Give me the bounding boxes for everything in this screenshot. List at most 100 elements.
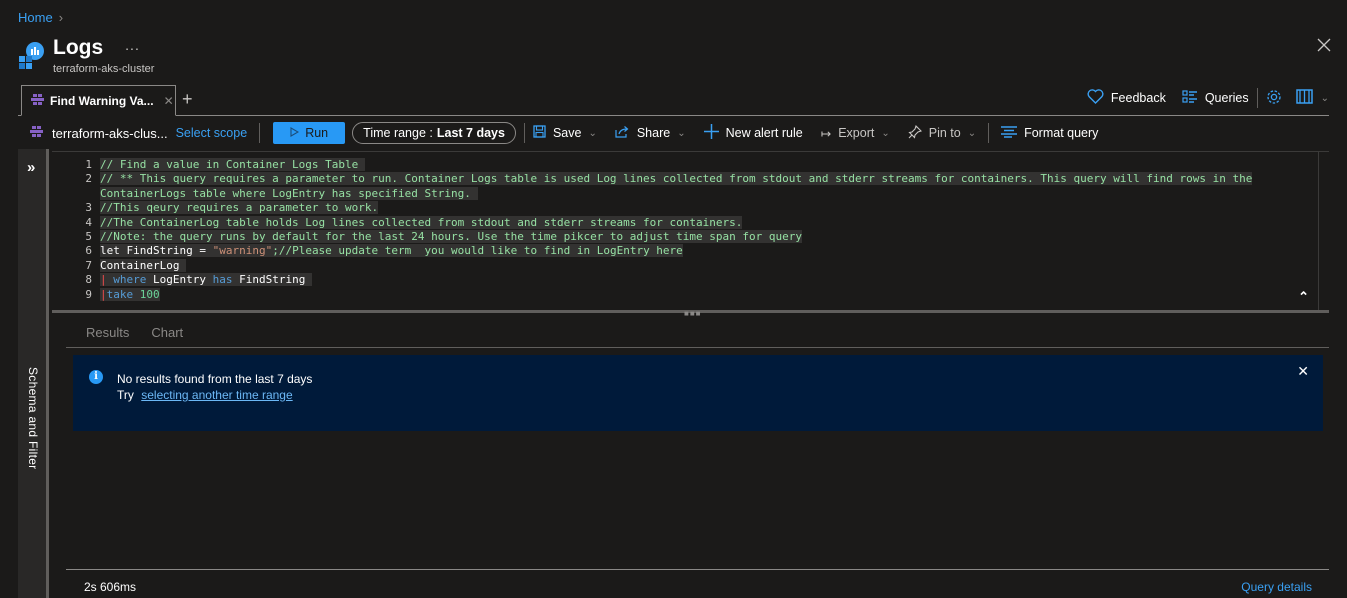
save-button[interactable]: Save ⌄ — [533, 125, 597, 141]
right-toolbar: Feedback Queries ⌄ — [1087, 87, 1329, 109]
code-token: ContainerLog — [100, 258, 187, 272]
select-time-range-link[interactable]: selecting another time range — [141, 388, 292, 402]
page-subtitle: terraform-aks-cluster — [53, 63, 155, 75]
code-line[interactable]: // Find a value in Container Logs Table — [100, 158, 1309, 172]
save-label: Save — [552, 126, 582, 140]
info-icon: i — [89, 370, 103, 384]
plus-icon — [703, 124, 719, 142]
queries-list-icon — [1182, 89, 1198, 107]
save-icon — [533, 125, 546, 141]
close-banner-icon[interactable]: ✕ — [1297, 363, 1309, 380]
query-tab-bar: Find Warning Va... ✕ + Feedback Queries — [18, 85, 1329, 116]
query-code[interactable]: // Find a value in Container Logs Table … — [100, 158, 1309, 302]
pin-icon — [908, 124, 922, 142]
pin-to-label: Pin to — [928, 126, 961, 140]
query-tab[interactable]: Find Warning Va... ✕ — [21, 85, 176, 116]
drag-handle-icon[interactable]: ■■■ — [684, 309, 702, 318]
code-line[interactable]: // ** This query requires a parameter to… — [100, 172, 1309, 186]
workspace-icon — [30, 125, 43, 141]
code-line[interactable]: //Note: the query runs by default for th… — [100, 229, 1309, 244]
tab-chart[interactable]: Chart — [151, 325, 183, 340]
code-token: ContainerLogs table where LogEntry has s… — [100, 186, 478, 200]
heart-icon — [1087, 89, 1104, 107]
feedback-label: Feedback — [1110, 91, 1166, 105]
chevron-right-icon: › — [58, 10, 64, 25]
code-token: | — [100, 273, 107, 287]
code-token: "warning" — [212, 244, 273, 258]
code-line[interactable]: let FindString = "warning";//Please upda… — [100, 244, 1309, 258]
new-alert-rule-button[interactable]: New alert rule — [703, 124, 803, 142]
query-tab-label: Find Warning Va... — [50, 93, 154, 108]
command-bar: terraform-aks-clus... Select scope Run T… — [18, 118, 1329, 148]
collapse-editor-icon[interactable]: ⌃ — [1298, 289, 1309, 305]
line-number: 6 — [85, 244, 92, 258]
format-query-button[interactable]: Format query — [1001, 125, 1099, 141]
code-line[interactable]: ContainerLog — [100, 258, 1309, 273]
editor-scrollbar[interactable] — [1318, 152, 1319, 310]
code-line[interactable]: | where LogEntry has FindString — [100, 273, 1309, 287]
code-line[interactable]: |take 100 — [100, 287, 1309, 302]
scope-selector[interactable]: terraform-aks-clus... — [30, 125, 168, 141]
pin-to-button[interactable]: Pin to ⌄ — [908, 124, 977, 142]
code-token: //This qeury requires a parameter to wor… — [100, 201, 379, 215]
tab-results[interactable]: Results — [86, 325, 129, 340]
close-icon[interactable] — [1317, 38, 1333, 54]
chevron-down-icon: ⌄ — [881, 127, 890, 139]
query-editor[interactable]: 12 3456789 // Find a value in Container L… — [52, 151, 1329, 310]
share-label: Share — [636, 126, 671, 140]
line-number: 9 — [85, 287, 92, 301]
code-token: LogEntry — [152, 273, 213, 287]
line-number: 4 — [85, 215, 92, 229]
breadcrumb: Home › — [18, 10, 63, 25]
run-label: Run — [305, 126, 329, 140]
divider — [66, 347, 1329, 348]
export-button[interactable]: ↦ Export ⌄ — [821, 126, 890, 141]
chevron-down-icon[interactable]: ⌄ — [1321, 93, 1329, 104]
time-range-value: Last 7 days — [436, 126, 505, 140]
log-analytics-logo-icon — [18, 40, 44, 72]
book-icon[interactable] — [1295, 89, 1313, 107]
editor-results-splitter[interactable]: ■■■ — [52, 309, 1329, 318]
code-token: ;//Please update term you would like to … — [272, 244, 683, 258]
code-token: //Note: the query runs by default for th… — [100, 229, 802, 243]
breadcrumb-home[interactable]: Home — [18, 10, 53, 25]
try-label: Try — [117, 388, 134, 402]
chevron-down-icon: ⌄ — [967, 127, 977, 139]
code-token: // ** This query requires a parameter to… — [100, 172, 1253, 186]
code-token: take — [106, 287, 140, 301]
code-line[interactable]: //The ContainerLog table holds Log lines… — [100, 215, 1309, 230]
share-button[interactable]: Share ⌄ — [615, 125, 686, 141]
queries-label: Queries — [1204, 91, 1249, 105]
queries-button[interactable]: Queries — [1182, 89, 1249, 107]
code-token: // Find a value in Container Logs Table — [100, 158, 365, 171]
line-number: 1 — [85, 158, 92, 171]
feedback-button[interactable]: Feedback — [1087, 89, 1166, 107]
more-options-button[interactable]: ... — [125, 37, 140, 53]
line-number-gutter: 12 3456789 — [52, 158, 92, 302]
time-range-picker[interactable]: Time range : Last 7 days — [352, 122, 516, 144]
page-header: Logs ... terraform-aks-cluster — [18, 36, 154, 75]
close-tab-icon[interactable]: ✕ — [164, 94, 174, 108]
code-token: where — [106, 273, 153, 287]
results-tabs: Results Chart — [86, 325, 183, 340]
line-number — [52, 187, 92, 201]
play-icon — [290, 126, 300, 140]
toolbar-divider — [1256, 88, 1258, 108]
query-details-link[interactable]: Query details — [1241, 580, 1312, 594]
schema-filter-panel[interactable]: » Schema and Filter — [18, 149, 49, 598]
code-line[interactable]: ContainerLogs table where LogEntry has s… — [100, 186, 1309, 201]
no-results-banner: i No results found from the last 7 days … — [73, 355, 1323, 431]
run-button[interactable]: Run — [273, 122, 346, 144]
gear-icon[interactable] — [1266, 89, 1282, 108]
new-alert-rule-label: New alert rule — [725, 126, 803, 140]
format-query-label: Format query — [1024, 126, 1099, 140]
select-scope-link[interactable]: Select scope — [176, 126, 248, 140]
export-label: Export — [838, 126, 875, 140]
add-tab-button[interactable]: + — [182, 89, 193, 110]
schema-filter-label: Schema and Filter — [26, 367, 40, 470]
code-token: FindString — [239, 273, 312, 287]
code-line[interactable]: //This qeury requires a parameter to wor… — [100, 201, 1309, 215]
command-divider — [523, 123, 525, 143]
expand-panel-icon[interactable]: » — [27, 159, 35, 176]
line-number: 7 — [85, 258, 92, 272]
